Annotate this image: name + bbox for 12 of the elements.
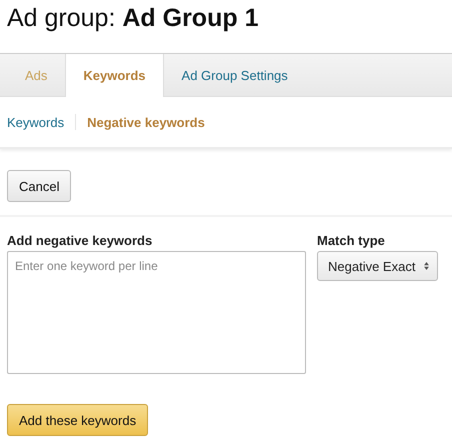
subnav-link[interactable]: Negative keywords — [87, 114, 205, 130]
field-label: Add negative keywords — [7, 233, 154, 248]
add-keywords-button[interactable]: Add these keywords — [7, 404, 148, 436]
subnav-link[interactable]: Keywords — [7, 114, 64, 130]
field-label: Match type — [317, 233, 386, 248]
tab[interactable]: Keywords — [65, 54, 164, 97]
keywords-field[interactable]: Enter one keyword per line — [7, 251, 306, 374]
tab[interactable]: Ad Group Settings — [164, 54, 306, 96]
match-type-dropdown[interactable]: Negative Exact — [317, 251, 438, 281]
updown-arrows-icon — [424, 262, 429, 270]
cancel-button[interactable]: Cancel — [7, 170, 72, 202]
page-title: Ad group: Ad Group 1 — [6, 3, 260, 34]
